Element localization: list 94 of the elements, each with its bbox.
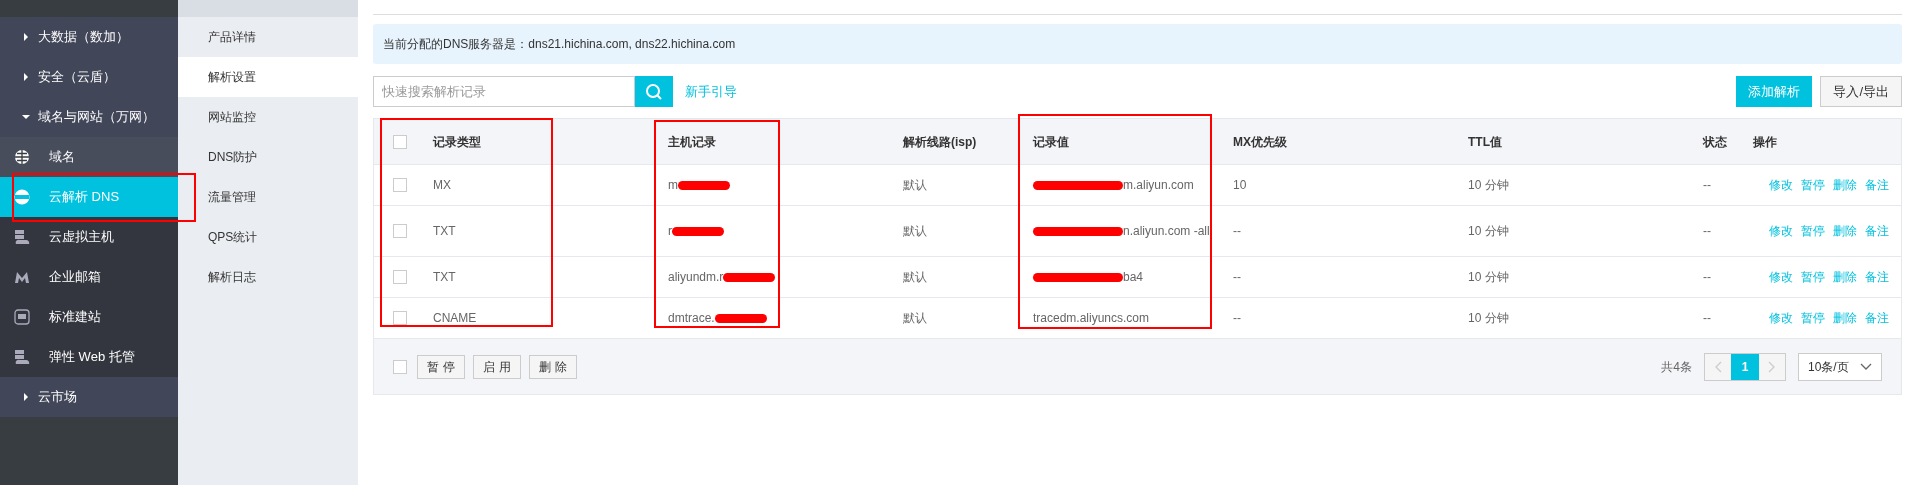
subnav-item[interactable]: 流量管理 — [178, 177, 358, 217]
search-field[interactable]: 快速搜索解析记录 — [373, 76, 635, 107]
sidebar-item[interactable]: 云虚拟主机 — [0, 217, 178, 257]
column-header: 操作 — [1753, 133, 1778, 151]
table-cell-text: 默认 — [903, 223, 927, 240]
item-label: 企业邮箱 — [49, 268, 101, 287]
table-cell-text: TXT — [433, 269, 456, 286]
table-cell-text: -- — [1703, 177, 1711, 194]
total-count: 共4条 — [1661, 358, 1692, 376]
globe-icon — [14, 149, 30, 165]
sidebar-item[interactable]: 域名 — [0, 137, 178, 177]
table-cell-text: tracedm.aliyuncs.com — [1033, 310, 1150, 327]
table-cell-text: -- — [1703, 310, 1711, 327]
sidebar-item[interactable]: 标准建站 — [0, 297, 178, 337]
table-cell-text: MX — [433, 177, 451, 194]
item-label: 弹性 Web 托管 — [49, 348, 135, 367]
subnav-item[interactable]: 解析日志 — [178, 257, 358, 297]
sidebar-group[interactable]: 大数据（数加） — [0, 17, 178, 57]
table-cell-text: -- — [1233, 223, 1241, 240]
item-label: 云解析 DNS — [49, 188, 120, 207]
search-icon — [645, 82, 663, 101]
caret-icon — [22, 393, 30, 401]
table-cell-text: m — [668, 177, 678, 194]
subnav-item[interactable]: 产品详情 — [178, 17, 358, 57]
item-label: 云虚拟主机 — [49, 228, 114, 247]
dns-globe-icon — [14, 189, 30, 205]
bulk-action-button[interactable]: 删 除 — [529, 354, 577, 379]
table-cell-text: -- — [1703, 223, 1711, 240]
table-cell-text: 默认 — [903, 269, 927, 286]
table-cell-text: -- — [1233, 310, 1241, 327]
table-cell-text: 10 分钟 — [1468, 223, 1509, 240]
column-header: 记录值 — [1033, 133, 1070, 151]
subnav-item[interactable]: 网站监控 — [178, 97, 358, 137]
item-label: 域名 — [49, 148, 75, 167]
bulk-action-button[interactable]: 暂 停 — [417, 354, 465, 379]
monitor-icon — [14, 309, 30, 325]
sidebar-group[interactable]: 安全（云盾） — [0, 57, 178, 97]
sidebar-group[interactable]: 域名与网站（万网） — [0, 97, 178, 137]
caret-icon — [22, 113, 30, 121]
table-cell-text: 默认 — [903, 177, 927, 194]
row-checkbox[interactable] — [393, 311, 407, 325]
subnav-item[interactable]: QPS统计 — [178, 217, 358, 257]
subnav-item[interactable]: DNS防护 — [178, 137, 358, 177]
redaction-mark — [678, 180, 730, 190]
row-checkbox[interactable] — [393, 224, 407, 238]
server-icon — [14, 229, 30, 245]
group-label: 安全（云盾） — [38, 68, 116, 87]
column-header: 记录类型 — [433, 133, 482, 151]
table-cell-text: 10 分钟 — [1468, 177, 1509, 194]
subnav-item[interactable]: 解析设置 — [178, 57, 358, 97]
server-icon — [14, 349, 30, 365]
sidebar-item[interactable]: 弹性 Web 托管 — [0, 337, 178, 377]
table-cell-text: n.aliyun.com -all — [1123, 223, 1210, 240]
import-export-button[interactable]: 导入/导出 — [1820, 76, 1902, 107]
table-cell-text: dmtrace. — [668, 310, 715, 327]
column-header: 解析线路(isp) — [903, 133, 978, 151]
caret-icon — [22, 33, 30, 41]
table-cell-text: aliyundm.r — [668, 269, 724, 286]
table-cell-text: r — [668, 223, 672, 240]
chevron-down-icon — [1860, 362, 1872, 371]
sidebar-item[interactable]: 企业邮箱 — [0, 257, 178, 297]
column-header: TTL值 — [1468, 133, 1503, 151]
table-cell-text: ba4 — [1123, 269, 1144, 286]
redaction-mark — [672, 226, 724, 236]
select-all-checkbox[interactable] — [393, 359, 407, 374]
table-cell-text: TXT — [433, 223, 456, 240]
table-cell-text: 10 分钟 — [1468, 310, 1509, 327]
redaction-mark — [723, 272, 776, 282]
header-checkbox[interactable] — [393, 134, 407, 149]
column-header: 状态 — [1703, 133, 1728, 151]
row-checkbox[interactable] — [393, 270, 407, 284]
table-cell-text: 默认 — [903, 310, 927, 327]
group-label: 云市场 — [38, 388, 77, 407]
table-cell-text: CNAME — [433, 310, 477, 327]
table-cell-text: -- — [1233, 269, 1241, 286]
table-cell-text: 10 — [1233, 177, 1247, 194]
redaction-mark — [714, 313, 767, 323]
notice-bar: 当前分配的DNS服务器是：dns21.hichina.com, dns22.hichina.com — [373, 24, 1902, 64]
row-checkbox[interactable] — [393, 178, 407, 192]
chevron-right-icon[interactable] — [1759, 353, 1785, 380]
column-header: 主机记录 — [668, 133, 717, 151]
sidebar-group[interactable]: 云市场 — [0, 377, 178, 417]
bulk-action-button[interactable]: 启 用 — [473, 354, 521, 379]
table-cell-text: 10 分钟 — [1468, 269, 1509, 286]
chevron-left-icon[interactable] — [1705, 353, 1731, 380]
page-size-select[interactable]: 10条/页 — [1798, 352, 1882, 381]
group-label: 域名与网站（万网） — [38, 108, 155, 127]
item-label: 标准建站 — [49, 308, 101, 327]
caret-icon — [22, 73, 30, 81]
column-header: MX优先级 — [1233, 133, 1288, 151]
group-label: 大数据（数加） — [38, 28, 129, 47]
table-cell-text: m.aliyun.com — [1123, 177, 1194, 194]
search-button[interactable] — [635, 76, 673, 107]
table-cell-text: -- — [1703, 269, 1711, 286]
